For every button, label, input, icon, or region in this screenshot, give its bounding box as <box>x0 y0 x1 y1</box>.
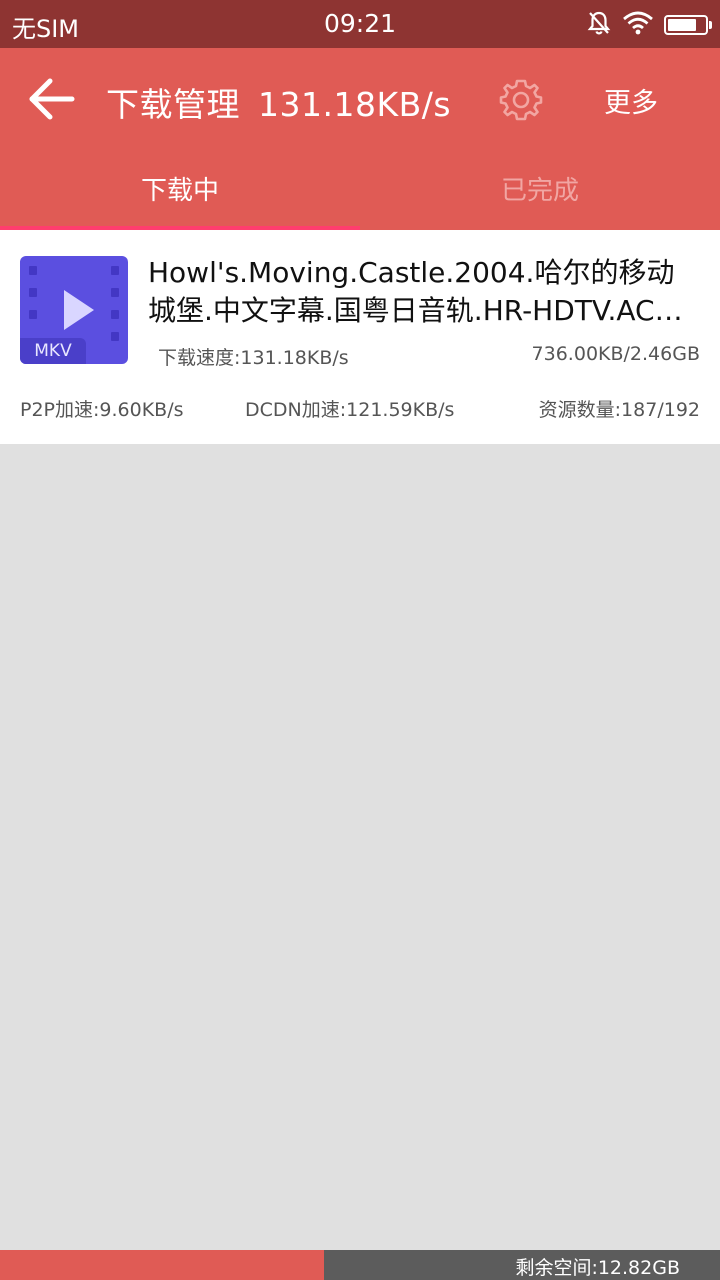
settings-button[interactable] <box>499 78 543 122</box>
file-type-badge: MKV <box>20 338 86 364</box>
gear-icon <box>499 79 543 121</box>
storage-free-label: 剩余空间:12.82GB <box>515 1257 680 1279</box>
tab-downloading[interactable]: 下载中 <box>0 152 360 230</box>
back-arrow-icon <box>29 78 75 120</box>
storage-used-fill <box>0 1250 324 1280</box>
storage-bar: 剩余空间:12.82GB <box>0 1250 720 1280</box>
download-title: Howl's.Moving.Castle.2004.哈尔的移动城堡.中文字幕.国… <box>148 256 682 327</box>
mute-bell-icon <box>586 10 612 40</box>
status-bar: 无SIM 09:21 <box>0 0 720 48</box>
back-button[interactable] <box>22 74 78 124</box>
tab-bar: 下载中 已完成 <box>0 152 720 230</box>
status-icons <box>586 10 712 40</box>
tab-completed[interactable]: 已完成 <box>360 152 720 230</box>
page-title: 下载管理 131.18KB/s <box>106 78 451 126</box>
page-title-text: 下载管理 <box>106 85 240 124</box>
resource-count: 资源数量:187/192 <box>538 399 700 421</box>
battery-icon <box>664 15 712 35</box>
p2p-speed: P2P加速:9.60KB/s <box>20 399 184 421</box>
dcdn-speed: DCDN加速:121.59KB/s <box>245 399 455 421</box>
total-speed: 131.18KB/s <box>258 85 452 124</box>
video-file-icon: MKV <box>20 256 128 364</box>
wifi-icon <box>622 10 654 40</box>
more-button[interactable]: 更多 <box>604 81 658 120</box>
download-speed: 下载速度:131.18KB/s <box>158 347 349 369</box>
download-progress: 736.00KB/2.46GB <box>531 343 700 365</box>
app-bar: 下载管理 131.18KB/s 更多 <box>0 48 720 152</box>
play-icon <box>64 290 94 330</box>
download-item[interactable]: MKV Howl's.Moving.Castle.2004.哈尔的移动城堡.中文… <box>0 230 720 444</box>
